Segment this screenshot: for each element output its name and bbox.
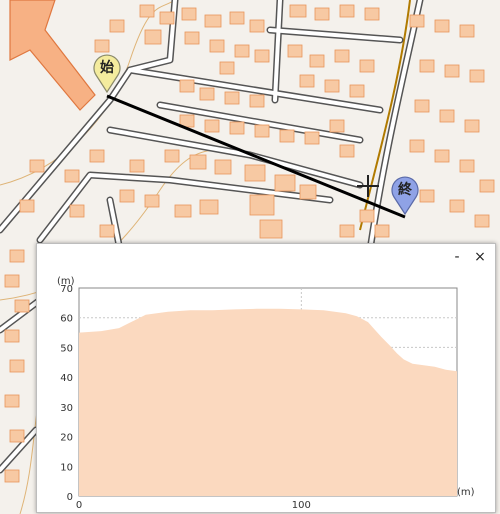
elevation-profile-chart: 010203040506070 0 100 (m) (m) [57, 276, 475, 511]
end-marker[interactable]: 終 [390, 173, 420, 215]
y-tick-label: 10 [60, 462, 73, 473]
x-tick-label: 100 [292, 500, 311, 511]
y-tick-label: 60 [60, 314, 73, 325]
elevation-profile-window: - × 0 10 20 30 40 50 60 70 0 100 (m) (m) [36, 243, 496, 513]
y-tick-label: 30 [60, 403, 73, 414]
x-axis-unit: (m) [457, 487, 475, 498]
end-marker-label: 終 [398, 182, 412, 198]
y-tick-label: 20 [60, 433, 73, 444]
y-tick-label: 0 [67, 492, 73, 503]
y-axis-unit: (m) [57, 276, 75, 287]
y-tick-label: 40 [60, 373, 73, 384]
y-axis-ticks: 010203040506070 [60, 284, 73, 503]
start-marker[interactable]: 始 [92, 51, 122, 93]
x-tick-label: 0 [76, 500, 82, 511]
start-marker-label: 始 [100, 60, 114, 76]
map-center-crosshair-icon [357, 175, 379, 197]
y-tick-label: 50 [60, 343, 73, 354]
x-axis-ticks: 0 100 [76, 500, 311, 511]
